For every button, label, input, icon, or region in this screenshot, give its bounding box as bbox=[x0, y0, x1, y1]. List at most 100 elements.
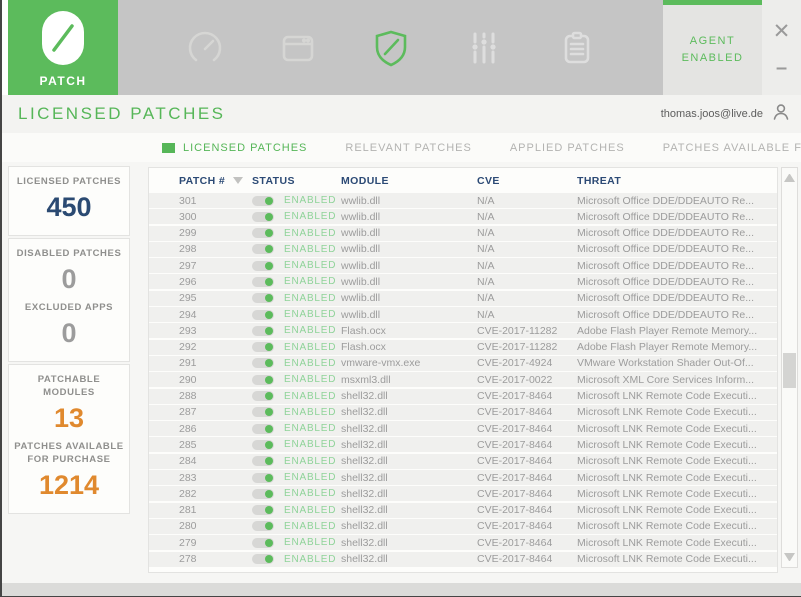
cell-module: wwlib.dll bbox=[341, 243, 477, 255]
cell-threat: Microsoft LNK Remote Code Executi... bbox=[577, 455, 777, 467]
table-row[interactable]: 295 ENABLED wwlib.dll N/A Microsoft Offi… bbox=[149, 291, 777, 306]
table-row[interactable]: 281 ENABLED shell32.dll CVE-2017-8464 Mi… bbox=[149, 503, 777, 518]
table-row[interactable]: 292 ENABLED Flash.ocx CVE-2017-11282 Ado… bbox=[149, 340, 777, 355]
status-toggle[interactable] bbox=[252, 538, 274, 548]
cell-status: ENABLED bbox=[252, 293, 341, 304]
sort-descending-icon[interactable] bbox=[233, 177, 243, 184]
table-row[interactable]: 287 ENABLED shell32.dll CVE-2017-8464 Mi… bbox=[149, 405, 777, 420]
tab-applied-patches[interactable]: APPLIED PATCHES bbox=[510, 142, 625, 154]
sliders-icon[interactable] bbox=[462, 26, 506, 70]
status-toggle[interactable] bbox=[252, 326, 274, 336]
scroll-down-icon[interactable] bbox=[784, 553, 795, 561]
table-row[interactable]: 293 ENABLED Flash.ocx CVE-2017-11282 Ado… bbox=[149, 323, 777, 338]
stat-card-disabled-excluded: DISABLED PATCHES 0 EXCLUDED APPS 0 bbox=[8, 238, 130, 362]
status-toggle[interactable] bbox=[252, 228, 274, 238]
status-toggle[interactable] bbox=[252, 456, 274, 466]
column-cve[interactable]: CVE bbox=[477, 175, 577, 187]
status-toggle[interactable] bbox=[252, 277, 274, 287]
patch-tab-label: PATCH bbox=[39, 74, 86, 88]
gauge-icon[interactable] bbox=[183, 26, 227, 70]
status-toggle[interactable] bbox=[252, 342, 274, 352]
table-row[interactable]: 284 ENABLED shell32.dll CVE-2017-8464 Mi… bbox=[149, 454, 777, 469]
cell-threat: Microsoft Office DDE/DDEAUTO Re... bbox=[577, 211, 777, 223]
status-toggle[interactable] bbox=[252, 244, 274, 254]
status-toggle[interactable] bbox=[252, 261, 274, 271]
table-row[interactable]: 278 ENABLED shell32.dll CVE-2017-8464 Mi… bbox=[149, 552, 777, 567]
cell-status: ENABLED bbox=[252, 505, 341, 516]
cell-status: ENABLED bbox=[252, 521, 341, 532]
cell-patch-number: 293 bbox=[179, 325, 252, 337]
column-status[interactable]: STATUS bbox=[252, 175, 341, 187]
cell-threat: Microsoft LNK Remote Code Executi... bbox=[577, 406, 777, 418]
table-row[interactable]: 299 ENABLED wwlib.dll N/A Microsoft Offi… bbox=[149, 226, 777, 241]
status-toggle[interactable] bbox=[252, 489, 274, 499]
agent-enabled-button[interactable]: AGENT ENABLED bbox=[663, 0, 762, 95]
status-label: ENABLED bbox=[284, 521, 336, 532]
scroll-up-icon[interactable] bbox=[784, 174, 795, 182]
table-row[interactable]: 283 ENABLED shell32.dll CVE-2017-8464 Mi… bbox=[149, 470, 777, 485]
shield-icon[interactable] bbox=[369, 26, 413, 70]
status-label: ENABLED bbox=[284, 358, 336, 369]
cell-status: ENABLED bbox=[252, 391, 341, 402]
status-label: ENABLED bbox=[284, 325, 336, 336]
status-toggle[interactable] bbox=[252, 521, 274, 531]
table-row[interactable]: 294 ENABLED wwlib.dll N/A Microsoft Offi… bbox=[149, 307, 777, 322]
cell-patch-number: 280 bbox=[179, 520, 252, 532]
status-toggle[interactable] bbox=[252, 505, 274, 515]
cell-module: Flash.ocx bbox=[341, 325, 477, 337]
status-toggle[interactable] bbox=[252, 407, 274, 417]
cell-cve: N/A bbox=[477, 243, 577, 255]
tab-label: RELEVANT PATCHES bbox=[345, 142, 471, 154]
status-toggle[interactable] bbox=[252, 293, 274, 303]
column-patch-number[interactable]: PATCH # bbox=[179, 175, 252, 187]
status-label: ENABLED bbox=[284, 554, 336, 565]
table-row[interactable]: 291 ENABLED vmware-vmx.exe CVE-2017-4924… bbox=[149, 356, 777, 371]
status-toggle[interactable] bbox=[252, 196, 274, 206]
column-threat[interactable]: THREAT bbox=[577, 175, 777, 187]
status-toggle[interactable] bbox=[252, 375, 274, 385]
table-row[interactable]: 280 ENABLED shell32.dll CVE-2017-8464 Mi… bbox=[149, 519, 777, 534]
table-row[interactable]: 301 ENABLED wwlib.dll N/A Microsoft Offi… bbox=[149, 193, 777, 208]
tab-relevant-patches[interactable]: RELEVANT PATCHES bbox=[345, 142, 471, 154]
table-row[interactable]: 298 ENABLED wwlib.dll N/A Microsoft Offi… bbox=[149, 242, 777, 257]
cell-patch-number: 278 bbox=[179, 553, 252, 565]
tab-patches-available-for-purchase[interactable]: PATCHES AVAILABLE FOR PURCHASE bbox=[663, 142, 801, 154]
cell-module: shell32.dll bbox=[341, 455, 477, 467]
table-row[interactable]: 296 ENABLED wwlib.dll N/A Microsoft Offi… bbox=[149, 274, 777, 289]
table-row[interactable]: 285 ENABLED shell32.dll CVE-2017-8464 Mi… bbox=[149, 437, 777, 452]
table-row[interactable]: 288 ENABLED shell32.dll CVE-2017-8464 Mi… bbox=[149, 389, 777, 404]
table-row[interactable]: 297 ENABLED wwlib.dll N/A Microsoft Offi… bbox=[149, 258, 777, 273]
status-toggle[interactable] bbox=[252, 473, 274, 483]
table-row[interactable]: 290 ENABLED msxml3.dll CVE-2017-0022 Mic… bbox=[149, 372, 777, 387]
tab-licensed-patches[interactable]: LICENSED PATCHES bbox=[162, 142, 307, 154]
cell-cve: CVE-2017-8464 bbox=[477, 553, 577, 565]
status-toggle[interactable] bbox=[252, 358, 274, 368]
table-row[interactable]: 279 ENABLED shell32.dll CVE-2017-8464 Mi… bbox=[149, 535, 777, 550]
clipboard-icon[interactable] bbox=[555, 26, 599, 70]
status-toggle[interactable] bbox=[252, 212, 274, 222]
scrollbar-thumb[interactable] bbox=[783, 353, 796, 388]
status-toggle[interactable] bbox=[252, 391, 274, 401]
minimize-icon[interactable]: – bbox=[762, 58, 801, 78]
tab-label: PATCHES AVAILABLE FOR PURCHASE bbox=[663, 142, 801, 154]
user-icon[interactable] bbox=[771, 102, 791, 127]
table-row[interactable]: 300 ENABLED wwlib.dll N/A Microsoft Offi… bbox=[149, 209, 777, 224]
browser-icon[interactable] bbox=[276, 26, 320, 70]
status-toggle[interactable] bbox=[252, 424, 274, 434]
status-toggle[interactable] bbox=[252, 554, 274, 564]
stat-licensed-patches: LICENSED PATCHES 450 bbox=[13, 175, 125, 223]
nav-tab-patch[interactable]: PATCH bbox=[8, 0, 118, 95]
table-row[interactable]: 286 ENABLED shell32.dll CVE-2017-8464 Mi… bbox=[149, 421, 777, 436]
cell-threat: Microsoft LNK Remote Code Executi... bbox=[577, 520, 777, 532]
cell-patch-number: 290 bbox=[179, 374, 252, 386]
cell-threat: Microsoft LNK Remote Code Executi... bbox=[577, 504, 777, 516]
table-row[interactable]: 282 ENABLED shell32.dll CVE-2017-8464 Mi… bbox=[149, 486, 777, 501]
column-module[interactable]: MODULE bbox=[341, 175, 477, 187]
status-label: ENABLED bbox=[284, 391, 336, 402]
status-toggle[interactable] bbox=[252, 310, 274, 320]
close-icon[interactable]: ✕ bbox=[762, 18, 801, 46]
table-scrollbar[interactable] bbox=[781, 167, 798, 568]
status-toggle[interactable] bbox=[252, 440, 274, 450]
status-label: ENABLED bbox=[284, 537, 336, 548]
cell-module: shell32.dll bbox=[341, 439, 477, 451]
